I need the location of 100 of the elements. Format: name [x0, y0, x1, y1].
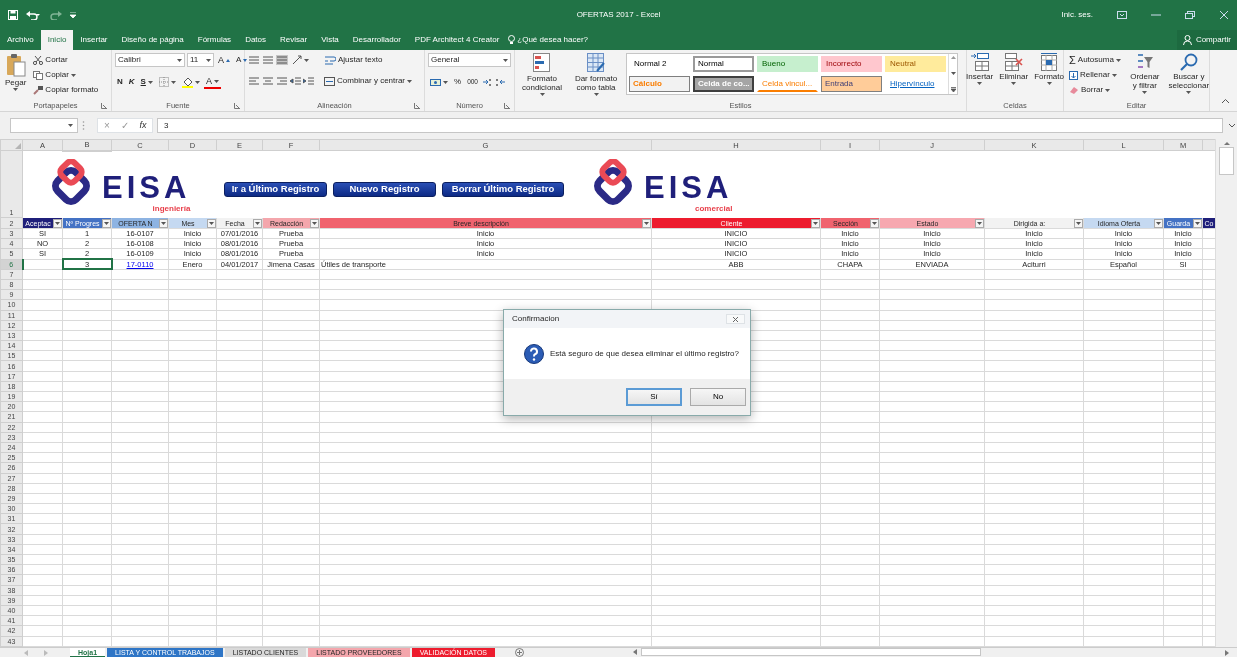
ribbon-tab[interactable]: Archivo: [0, 30, 41, 50]
orientation-button[interactable]: [290, 53, 311, 67]
caret-icon: [977, 82, 983, 86]
font-color-button[interactable]: A: [203, 75, 221, 89]
dialog-launcher-icon[interactable]: [234, 103, 240, 109]
bold-button[interactable]: N: [115, 75, 125, 89]
clear-button[interactable]: Borrar: [1067, 83, 1123, 97]
filter-button[interactable]: [642, 218, 651, 228]
cell-style-item[interactable]: Bueno: [757, 56, 818, 72]
decrease-decimal-icon[interactable]: [495, 77, 506, 87]
sort-filter-button[interactable]: Ordenar y filtrar: [1125, 53, 1164, 100]
cell-style-item[interactable]: Incorrecto: [821, 56, 882, 72]
ribbon-tab[interactable]: Inicio: [40, 30, 74, 50]
borders-button[interactable]: [156, 75, 178, 89]
merge-center-button[interactable]: Combinar y centrar: [322, 74, 415, 88]
scroll-down-icon[interactable]: [950, 71, 956, 75]
down-caret-icon: [243, 58, 248, 62]
cell-style-item[interactable]: Normal: [693, 56, 754, 72]
ribbon-tab[interactable]: Insertar: [73, 30, 115, 50]
macro-button[interactable]: Borrar Último Registro: [442, 182, 564, 197]
increase-indent-icon[interactable]: [303, 76, 314, 86]
filter-button[interactable]: [159, 218, 168, 228]
customize-icon[interactable]: [70, 12, 76, 18]
copy-button[interactable]: Copiar: [31, 68, 101, 82]
ribbon-tab[interactable]: PDF Architect 4 Creator: [407, 30, 507, 50]
grow-font-button[interactable]: A: [216, 53, 232, 67]
filter-button[interactable]: [53, 218, 62, 228]
underline-button[interactable]: S: [138, 75, 155, 89]
dialog-launcher-icon[interactable]: [101, 103, 107, 109]
scroll-right-icon[interactable]: [1225, 650, 1229, 656]
caret-icon: [177, 58, 182, 62]
dialog-button[interactable]: No: [690, 388, 746, 406]
undo-icon[interactable]: [26, 10, 40, 20]
number-format-dropdown[interactable]: General: [428, 53, 511, 67]
drag-handle-icon[interactable]: [82, 121, 85, 130]
scroll-left-icon[interactable]: [633, 649, 637, 655]
caret-icon: [70, 73, 76, 77]
filter-button[interactable]: [975, 218, 984, 228]
ribbon-tab[interactable]: Fórmulas: [190, 30, 239, 50]
scroll-up-arrow-icon[interactable]: [1223, 141, 1230, 145]
scrollbar-thumb[interactable]: [1219, 147, 1234, 175]
filter-button[interactable]: [870, 218, 879, 228]
font-name-dropdown[interactable]: Calibri: [115, 53, 185, 67]
autosum-button[interactable]: Σ Autosuma: [1067, 53, 1123, 67]
wrap-text-button[interactable]: Ajustar texto: [323, 53, 385, 67]
close-icon[interactable]: [1219, 11, 1229, 19]
insert-function-button[interactable]: fx: [134, 118, 152, 133]
sign-in-link[interactable]: Inic. ses.: [1061, 9, 1093, 21]
italic-button[interactable]: K: [126, 75, 137, 89]
dialog-button[interactable]: Sí: [626, 388, 682, 406]
find-select-button[interactable]: Buscar y seleccionar: [1166, 53, 1211, 100]
cut-button[interactable]: Cortar: [31, 53, 101, 67]
caret-icon: [1011, 82, 1017, 86]
expand-icon[interactable]: [1229, 123, 1235, 128]
filter-button[interactable]: [1074, 218, 1083, 228]
ribbon-tab[interactable]: Desarrollador: [345, 30, 408, 50]
caret-icon: [593, 93, 599, 97]
dialog-launcher-icon[interactable]: [414, 103, 420, 109]
decrease-indent-icon[interactable]: [290, 76, 301, 86]
ribbon-tab[interactable]: Revisar: [273, 30, 315, 50]
dialog-launcher-icon[interactable]: [504, 103, 510, 109]
filter-button[interactable]: [310, 218, 319, 228]
ribbon-tab[interactable]: Diseño de página: [114, 30, 191, 50]
font-size-dropdown[interactable]: 11: [187, 53, 214, 67]
cell-style-item[interactable]: Neutral: [885, 56, 946, 72]
filter-button[interactable]: [811, 218, 820, 228]
filter-button[interactable]: [1154, 218, 1163, 228]
macro-button[interactable]: Ir a Último Registro: [224, 182, 327, 197]
filter-button[interactable]: [1193, 218, 1202, 228]
close-button[interactable]: [726, 314, 745, 324]
filter-button[interactable]: [102, 218, 111, 228]
macro-button[interactable]: Nuevo Registro: [333, 182, 436, 197]
maximize-icon[interactable]: [1185, 11, 1195, 19]
ribbon-tab[interactable]: Datos: [238, 30, 274, 50]
format-cells-button[interactable]: Formato: [1032, 53, 1066, 100]
conditional-format-button[interactable]: Formato condicional: [518, 53, 566, 100]
collapse-ribbon-icon[interactable]: [1222, 99, 1229, 103]
share-button[interactable]: Compartir: [1176, 30, 1237, 50]
delete-cells-button[interactable]: Eliminar: [997, 53, 1031, 100]
horizontal-scrollbar-thumb[interactable]: [641, 648, 981, 656]
formula-field[interactable]: 3: [157, 118, 1223, 133]
tell-me-button[interactable]: ¿Qué desea hacer?: [506, 30, 591, 50]
save-icon[interactable]: [8, 10, 18, 20]
percent-button[interactable]: %: [452, 75, 464, 89]
increase-decimal-icon[interactable]: [482, 77, 493, 87]
insert-cells-button[interactable]: Insertar: [964, 53, 996, 100]
scroll-up-icon[interactable]: [950, 56, 956, 59]
add-sheet-icon[interactable]: [515, 648, 524, 657]
ribbon-display-icon[interactable]: [1117, 11, 1127, 19]
shrink-font-button[interactable]: A: [234, 53, 250, 67]
format-painter-button[interactable]: Copiar formato: [31, 83, 101, 97]
filter-button[interactable]: [207, 218, 216, 228]
format-as-table-button[interactable]: Dar formato como tabla: [569, 53, 623, 100]
paste-button[interactable]: Pegar: [3, 53, 29, 100]
cell-style-item[interactable]: Entrada: [821, 75, 882, 92]
filter-button[interactable]: [253, 218, 262, 228]
fill-button[interactable]: Rellenar: [1067, 68, 1123, 82]
more-styles-icon[interactable]: [950, 87, 956, 92]
fill-color-button[interactable]: [179, 75, 202, 89]
ribbon-tab[interactable]: Vista: [314, 30, 346, 50]
